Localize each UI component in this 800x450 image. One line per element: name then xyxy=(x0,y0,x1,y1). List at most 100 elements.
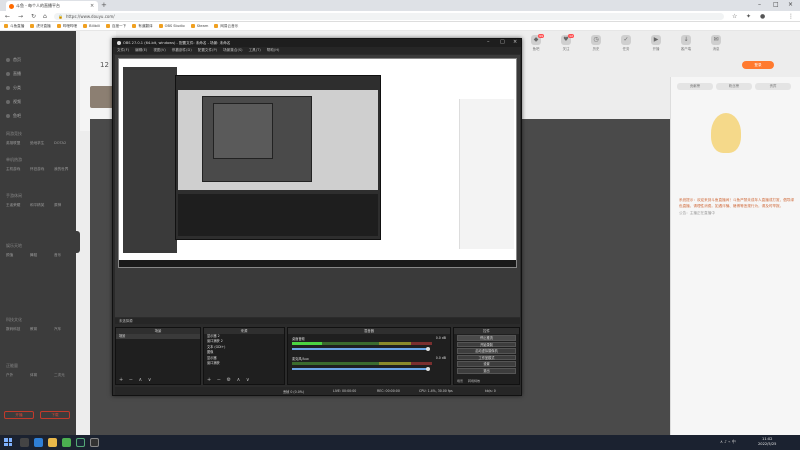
login-button[interactable]: 登录 xyxy=(742,61,774,69)
client-button[interactable]: ↓ 客户端 xyxy=(674,35,698,51)
bookmark-item[interactable]: 有道翻译 xyxy=(132,24,153,29)
maximize-icon[interactable]: □ xyxy=(500,39,505,45)
maximize-icon[interactable]: □ xyxy=(773,1,779,8)
browser-tab[interactable]: 斗鱼 - 每个人的直播平台 × xyxy=(6,1,98,11)
bookmark-item[interactable]: 虎牙直播 xyxy=(30,24,51,29)
follow-button[interactable]: ♥ 关注 12 xyxy=(554,34,578,51)
tab-scene-transitions[interactable]: 场景 xyxy=(457,379,463,383)
tab-contribution[interactable]: 贡献榜 xyxy=(677,83,713,90)
tab-fans[interactable]: 粉丝榜 xyxy=(716,83,752,90)
nav-category[interactable]: 原神 xyxy=(54,203,61,208)
menu-edit[interactable]: 编辑(E) xyxy=(135,48,147,53)
nav-category[interactable]: 主机游戏 xyxy=(6,167,20,172)
nav-category[interactable]: 汽车 xyxy=(54,327,61,332)
nav-category[interactable]: 数码科技 xyxy=(6,327,20,332)
nav-category[interactable]: 户外 xyxy=(6,373,13,378)
start-recording-button[interactable]: 开始录制 xyxy=(457,341,516,348)
volume-knob[interactable] xyxy=(426,347,430,351)
nav-category[interactable]: 和平精英 xyxy=(30,203,44,208)
nav-category[interactable]: 音乐 xyxy=(54,253,61,258)
nav-item-home[interactable]: 首页 xyxy=(6,57,21,63)
obs-taskbar-icon[interactable] xyxy=(90,438,99,447)
window-close-icon[interactable]: × xyxy=(788,1,793,8)
windows-start-icon[interactable] xyxy=(4,438,12,446)
volume-slider[interactable] xyxy=(292,348,428,350)
close-icon[interactable]: × xyxy=(90,3,94,9)
bookmark-item[interactable]: OBS Studio xyxy=(158,24,185,28)
bookmark-item[interactable]: 网易云音乐 xyxy=(214,24,238,29)
nav-item-category[interactable]: 分类 xyxy=(6,85,21,91)
volume-slider[interactable] xyxy=(292,368,428,370)
folder-icon[interactable] xyxy=(48,438,57,447)
home-icon[interactable]: ⌂ xyxy=(43,13,47,20)
nav-category[interactable]: 颜值 xyxy=(6,253,13,258)
bookmark-item[interactable]: Bilibili xyxy=(83,24,100,28)
source-toolbar[interactable]: + − ⚙ ∧ ∨ xyxy=(207,377,252,383)
nav-category[interactable]: 教育 xyxy=(30,327,37,332)
nav-collapse-handle[interactable] xyxy=(76,231,80,253)
stop-streaming-button[interactable]: 停止推流 xyxy=(457,335,516,341)
nav-category[interactable]: 体育 xyxy=(30,373,37,378)
anchor-thumbnail[interactable] xyxy=(90,86,114,108)
fishbar-button[interactable]: ◆ 鱼吧 99 xyxy=(524,34,548,51)
go-live-button[interactable]: ▶ 开播 xyxy=(644,35,668,51)
scene-toolbar[interactable]: + − ∧ ∨ xyxy=(119,377,153,383)
start-stream-button[interactable]: 开播 xyxy=(4,411,34,419)
clock[interactable]: 11:02 2022/5/25 xyxy=(758,437,776,447)
bookmark-item[interactable]: 斗鱼直播 xyxy=(4,24,24,29)
menu-scene-collection[interactable]: 场景集合(S) xyxy=(223,48,242,53)
search-icon[interactable] xyxy=(20,438,29,447)
menu-help[interactable]: 帮助(H) xyxy=(267,48,280,53)
edge-icon[interactable] xyxy=(34,438,43,447)
profile-icon[interactable]: ● xyxy=(760,13,765,20)
minimize-icon[interactable]: – xyxy=(758,1,761,8)
system-tray[interactable]: ∧ ♪ ⌁ 中 xyxy=(720,439,736,445)
settings-button[interactable]: 设置 xyxy=(457,361,516,367)
forward-arrow-icon[interactable]: → xyxy=(18,13,23,20)
window-close-icon[interactable]: × xyxy=(513,39,517,45)
menu-docks[interactable]: 停靠部件(D) xyxy=(172,48,192,53)
nav-item-fishbar[interactable]: 鱼吧 xyxy=(6,113,21,119)
nav-category[interactable]: 怀旧游戏 xyxy=(30,167,44,172)
tab-transitions[interactable]: 转场特效 xyxy=(468,379,480,383)
nav-category[interactable]: 英雄联盟 xyxy=(6,141,20,146)
menu-tools[interactable]: 工具(T) xyxy=(249,48,261,53)
obs-preview[interactable] xyxy=(115,55,520,317)
menu-view[interactable]: 视图(V) xyxy=(153,48,165,53)
nav-category[interactable]: 舞蹈 xyxy=(30,253,37,258)
exit-button[interactable]: 退出 xyxy=(457,367,516,374)
history-button[interactable]: ◷ 历史 xyxy=(584,35,608,51)
minimize-icon[interactable]: – xyxy=(487,39,490,45)
studio-mode-button[interactable]: 工作室模式 xyxy=(457,354,516,361)
steam-icon[interactable] xyxy=(76,438,85,447)
nav-section-title: 手游休闲 xyxy=(6,193,22,198)
menu-file[interactable]: 文件(F) xyxy=(117,48,129,53)
bookmark-item[interactable]: Steam xyxy=(190,24,208,28)
volume-knob[interactable] xyxy=(426,367,430,371)
nav-item-video[interactable]: 视频 xyxy=(6,99,21,105)
bookmark-item[interactable]: 哔哩哔哩 xyxy=(56,24,77,29)
scene-item[interactable]: 场景 xyxy=(116,334,200,340)
puzzle-icon[interactable]: ✦ xyxy=(746,13,751,20)
nav-category[interactable]: 绝地求生 xyxy=(30,141,44,146)
nav-category[interactable]: 我的世界 xyxy=(54,167,68,172)
tab-vip[interactable]: 贵宾 xyxy=(755,83,791,90)
task-button[interactable]: ✓ 任务 xyxy=(614,35,638,51)
back-arrow-icon[interactable]: ← xyxy=(5,13,10,20)
nav-category[interactable]: DOTA2 xyxy=(54,141,66,145)
kebab-menu-icon[interactable]: ⋮ xyxy=(788,13,794,20)
nav-category[interactable]: 王者荣耀 xyxy=(6,203,20,208)
menu-profile[interactable]: 配置文件(P) xyxy=(198,48,217,53)
reload-icon[interactable]: ↻ xyxy=(31,13,36,20)
chrome-icon[interactable] xyxy=(62,438,71,447)
nav-item-live[interactable]: 直播 xyxy=(6,71,21,77)
new-tab-icon[interactable]: + xyxy=(101,1,107,9)
virtual-camera-button[interactable]: 启动虚拟摄像机 xyxy=(457,348,516,354)
bookmark-item[interactable]: 百度一下 xyxy=(105,24,126,29)
url-input[interactable]: 🔒 https://www.douyu.com/ xyxy=(54,13,724,20)
source-item[interactable]: 窗口捕获 xyxy=(204,361,284,366)
nav-category[interactable]: 二次元 xyxy=(54,373,65,378)
star-icon[interactable]: ☆ xyxy=(732,13,737,20)
download-button[interactable]: 下载 xyxy=(40,411,70,419)
message-button[interactable]: ✉ 消息 xyxy=(704,35,728,51)
